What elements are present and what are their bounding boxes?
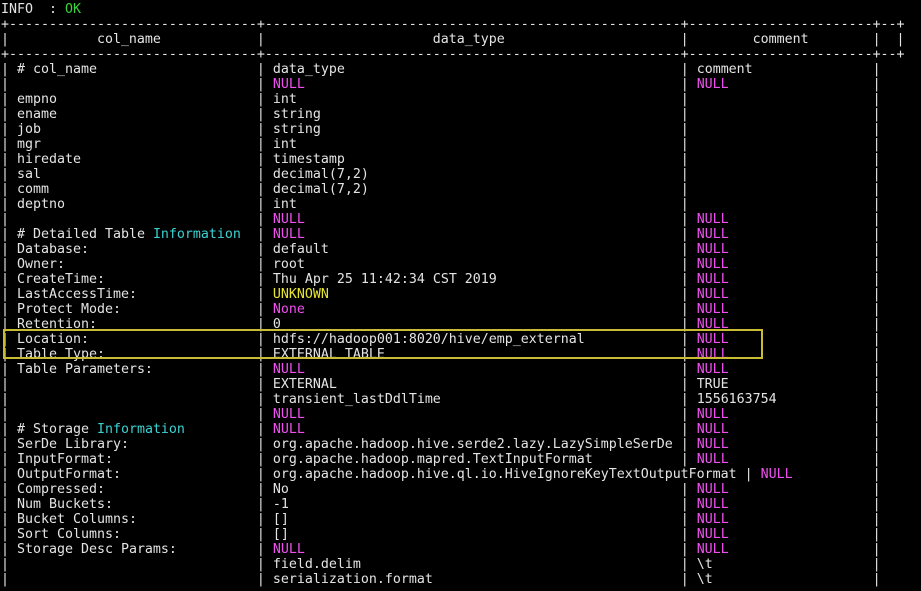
table-row: | Num Buckets: | -1 | NULL | xyxy=(1,497,905,512)
table-row: | CreateTime: | Thu Apr 25 11:42:34 CST … xyxy=(1,272,905,287)
table-row: | # col_name | data_type | comment | xyxy=(1,62,905,77)
table-row: | empno | int | | xyxy=(1,92,905,107)
table-row: | Storage Desc Params: | NULL | NULL | xyxy=(1,542,905,557)
table-row: | Database: | default | NULL | xyxy=(1,242,905,257)
table-row: | deptno | int | | xyxy=(1,197,905,212)
table-row: | # Storage Information | NULL | NULL | xyxy=(1,422,905,437)
table-row: | Retention: | 0 | NULL | xyxy=(1,317,905,332)
table-row: | comm | decimal(7,2) | | xyxy=(1,182,905,197)
table-row: | InputFormat: | org.apache.hadoop.mapre… xyxy=(1,452,905,467)
table-row: | SerDe Library: | org.apache.hadoop.hiv… xyxy=(1,437,905,452)
table-row: | hiredate | timestamp | | xyxy=(1,152,905,167)
table-row: | LastAccessTime: | UNKNOWN | NULL | xyxy=(1,287,905,302)
table-row: | col_name | data_type | comment | | xyxy=(1,32,905,47)
table-row: | | EXTERNAL | TRUE | xyxy=(1,377,905,392)
table-row: | # Detailed Table Information | NULL | … xyxy=(1,227,905,242)
table-row: | sal | decimal(7,2) | | xyxy=(1,167,905,182)
table-row: | job | string | | xyxy=(1,122,905,137)
table-row: | OutputFormat: | org.apache.hadoop.hive… xyxy=(1,467,905,482)
table-row: | Bucket Columns: | [] | NULL | xyxy=(1,512,905,527)
table-row: +-------------------------------+-------… xyxy=(1,17,905,32)
table-row: | Owner: | root | NULL | xyxy=(1,257,905,272)
table-row: | | field.delim | \t | xyxy=(1,557,905,572)
terminal-output: INFO : OK +-----------------------------… xyxy=(1,2,905,587)
table-row: | Sort Columns: | [] | NULL | xyxy=(1,527,905,542)
table-row: | | NULL | NULL | xyxy=(1,212,905,227)
status-line: INFO : OK xyxy=(1,2,905,17)
table-row: | ename | string | | xyxy=(1,107,905,122)
table-row: | mgr | int | | xyxy=(1,137,905,152)
table-row: | Location: | hdfs://hadoop001:8020/hive… xyxy=(1,332,905,347)
table-row: +-------------------------------+-------… xyxy=(1,47,905,62)
table-row: | Protect Mode: | None | NULL | xyxy=(1,302,905,317)
table-row: | Table Parameters: | NULL | NULL | xyxy=(1,362,905,377)
table-row: | | NULL | NULL | xyxy=(1,77,905,92)
terminal-window[interactable]: INFO : OK +-----------------------------… xyxy=(0,0,921,591)
table-row: | | serialization.format | \t | xyxy=(1,572,905,587)
status-ok: OK xyxy=(65,2,81,17)
table-row: | Table Type: | EXTERNAL TABLE | NULL | xyxy=(1,347,905,362)
log-level: INFO : xyxy=(1,2,65,17)
table-row: | | NULL | NULL | xyxy=(1,407,905,422)
table-row: | | transient_lastDdlTime | 1556163754 | xyxy=(1,392,905,407)
table-row: | Compressed: | No | NULL | xyxy=(1,482,905,497)
hive-describe-table: +-------------------------------+-------… xyxy=(1,17,905,587)
